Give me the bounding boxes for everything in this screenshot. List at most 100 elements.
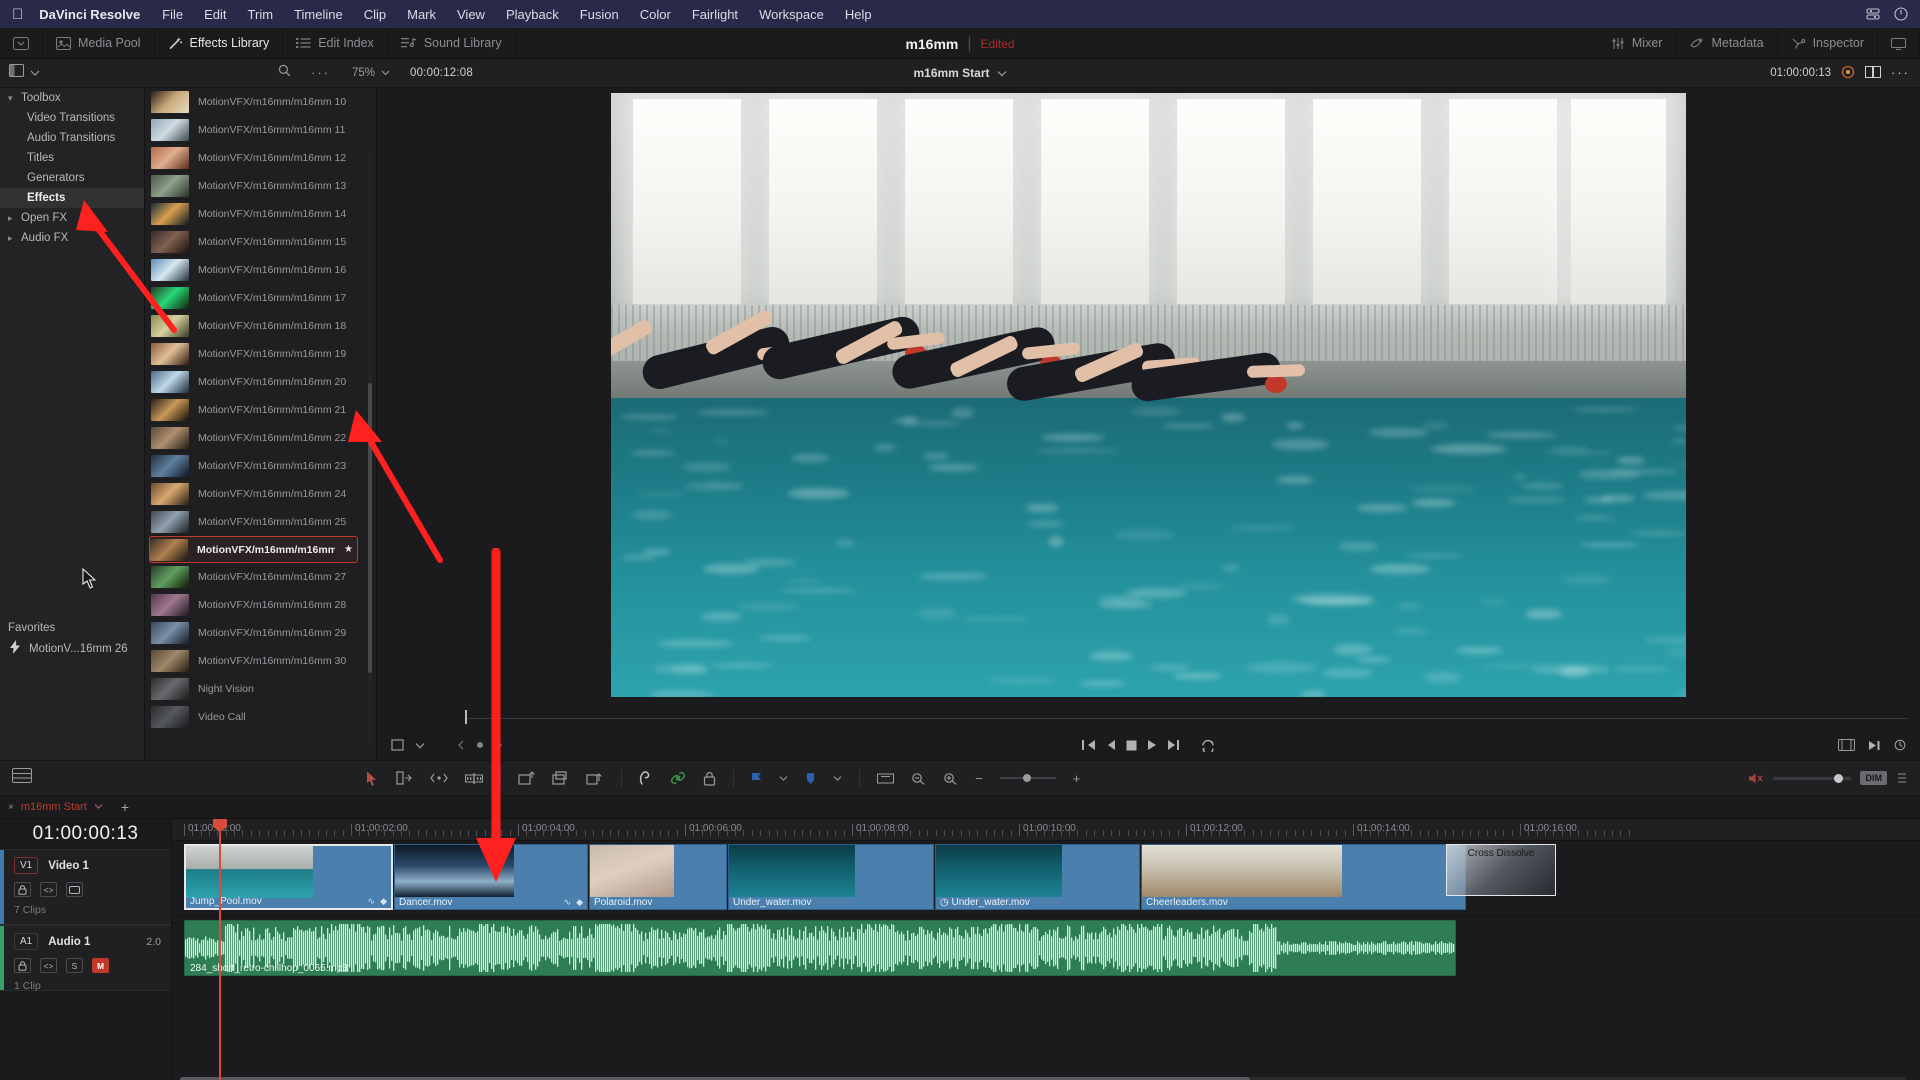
app-name-label[interactable]: DaVinci Resolve: [39, 7, 140, 22]
chevron-down-icon[interactable]: ▾: [8, 93, 21, 104]
volume-slider-knob[interactable]: [1834, 774, 1843, 783]
effect-list-item[interactable]: MotionVFX/m16mm/m16mm 13: [151, 172, 358, 200]
lock-icon[interactable]: [703, 771, 716, 786]
menu-item-clip[interactable]: Clip: [364, 7, 386, 22]
step-forward-icon[interactable]: [1166, 738, 1182, 752]
full-screen-viewer-button[interactable]: [1878, 28, 1920, 59]
timeline-tracks-area[interactable]: 01:00:00:0001:00:02:0001:00:04:0001:00:0…: [172, 819, 1920, 1080]
apple-icon[interactable]: : [12, 7, 23, 22]
effect-list-item[interactable]: MotionVFX/m16mm/m16mm 14: [151, 200, 358, 228]
speaker-mute-icon[interactable]: [1748, 772, 1764, 785]
tree-item-open-fx[interactable]: ▸ Open FX: [0, 208, 144, 228]
play-icon[interactable]: [1146, 738, 1158, 752]
panel-metadata[interactable]: Metadata: [1676, 28, 1777, 59]
workspace-layout-dropdown[interactable]: [0, 28, 43, 59]
track-solo-icon[interactable]: S: [66, 958, 83, 973]
effect-list-item[interactable]: Video Call: [151, 703, 358, 731]
viewer-stage[interactable]: [377, 88, 1920, 708]
keyframe-curve-icon[interactable]: ∿: [368, 896, 376, 907]
menu-item-mark[interactable]: Mark: [407, 7, 436, 22]
fit-zoom-icon[interactable]: [877, 772, 894, 785]
track-header-v1[interactable]: V1 Video 1 <> 7 Clips: [0, 849, 171, 925]
tree-item-effects[interactable]: Effects: [0, 188, 144, 208]
keyframe-diamond-icon[interactable]: ◆: [380, 896, 387, 907]
effects-list[interactable]: MotionVFX/m16mm/m16mm 10MotionVFX/m16mm/…: [145, 88, 368, 752]
zoom-slider[interactable]: [1000, 773, 1056, 783]
panel-media-pool[interactable]: Media Pool: [43, 28, 155, 59]
linked-selection-icon[interactable]: [670, 770, 686, 786]
menu-item-view[interactable]: View: [457, 7, 485, 22]
viewer-timeline-selector[interactable]: m16mm Start: [0, 64, 1920, 82]
timeline-video-clip[interactable]: Dancer.mov∿◆: [394, 844, 588, 910]
effect-list-item[interactable]: MotionVFX/m16mm/m16mm 28: [151, 591, 358, 619]
track-lock-icon[interactable]: [14, 882, 31, 897]
favorites-item[interactable]: MotionV...16mm 26: [0, 640, 144, 657]
tree-item-titles[interactable]: Titles: [0, 148, 144, 168]
jump-end-icon[interactable]: [1867, 739, 1882, 752]
viewer-scrub-head[interactable]: [465, 710, 467, 724]
flag-icon[interactable]: [751, 772, 762, 785]
keyframe-curve-icon[interactable]: ∿: [564, 897, 572, 908]
chevron-down-icon[interactable]: [415, 742, 425, 749]
flag-chevron-down-icon[interactable]: [779, 775, 788, 782]
razor-icon[interactable]: [465, 772, 483, 785]
effect-list-item[interactable]: MotionVFX/m16mm/m16mm 23: [151, 452, 358, 480]
timeline-video-clip[interactable]: ◷ Under_water.mov: [935, 844, 1140, 910]
keyframe-diamond-icon[interactable]: ◆: [576, 897, 583, 908]
effect-list-item[interactable]: MotionVFX/m16mm/m16mm 10: [151, 88, 358, 116]
tree-item-audio-transitions[interactable]: Audio Transitions: [0, 128, 144, 148]
arrow-select-icon[interactable]: [366, 771, 378, 786]
timeline-transition-cross-dissolve[interactable]: Cross Dissolve: [1446, 844, 1556, 896]
track-header-a1[interactable]: A1 Audio 1 2.0 <> S M 1 Clip: [0, 925, 171, 991]
marker-icon[interactable]: [475, 740, 485, 750]
effect-list-item[interactable]: MotionVFX/m16mm/m16mm 11: [151, 116, 358, 144]
audio-track-a1[interactable]: 284_short_retro-chillhop_0065.mp3: [172, 917, 1920, 983]
timeline-video-clip[interactable]: Cheerleaders.mov: [1141, 844, 1466, 910]
menu-item-fairlight[interactable]: Fairlight: [692, 7, 738, 22]
replace-clip-icon[interactable]: [586, 771, 604, 785]
timeline-tab-m16mm-start[interactable]: × m16mm Start: [8, 801, 103, 813]
tree-item-video-transitions[interactable]: Video Transitions: [0, 108, 144, 128]
chevron-right-icon[interactable]: ▸: [8, 233, 21, 244]
effect-list-item[interactable]: MotionVFX/m16mm/m16mm 17: [151, 284, 358, 312]
prev-marker-icon[interactable]: [457, 740, 465, 750]
effect-list-item[interactable]: MotionVFX/m16mm/m16mm 21: [151, 396, 358, 424]
panel-mixer[interactable]: Mixer: [1598, 28, 1677, 59]
video-track-v1[interactable]: Jump_Pool.mov∿◆Dancer.mov∿◆Polaroid.movU…: [172, 841, 1920, 917]
control-center-icon[interactable]: [1866, 7, 1880, 21]
custom-zoom-icon[interactable]: [943, 772, 958, 785]
track-mute-icon[interactable]: M: [92, 958, 109, 973]
menu-item-trim[interactable]: Trim: [248, 7, 274, 22]
inout-icon[interactable]: [1838, 739, 1855, 751]
snapping-icon[interactable]: [639, 770, 653, 786]
timeline-video-clip[interactable]: Under_water.mov: [728, 844, 934, 910]
effect-list-item[interactable]: Night Vision: [151, 675, 358, 703]
marker-icon[interactable]: [805, 772, 816, 785]
effect-list-item[interactable]: MotionVFX/m16mm/m16mm 18: [151, 312, 358, 340]
effects-scrollbar-thumb[interactable]: [368, 383, 372, 673]
jump-start-icon[interactable]: [1081, 738, 1097, 752]
effect-list-item[interactable]: MotionVFX/m16mm/m16mm 16: [151, 256, 358, 284]
effect-list-item[interactable]: MotionVFX/m16mm/m16mm 12: [151, 144, 358, 172]
add-timeline-button[interactable]: +: [121, 799, 129, 815]
marker-chevron-down-icon[interactable]: [833, 775, 842, 782]
panel-inspector[interactable]: Inspector: [1778, 28, 1878, 59]
viewer-scrubber[interactable]: [377, 708, 1920, 730]
menu-item-help[interactable]: Help: [845, 7, 872, 22]
step-back-icon[interactable]: [1105, 738, 1117, 752]
menu-item-timeline[interactable]: Timeline: [294, 7, 343, 22]
zoom-in-icon[interactable]: +: [1073, 771, 1081, 786]
track-auto-select-icon[interactable]: <>: [40, 882, 57, 897]
effect-list-item[interactable]: MotionVFX/m16mm/m16mm 15: [151, 228, 358, 256]
next-marker-icon[interactable]: [495, 740, 503, 750]
clock-icon[interactable]: [1894, 7, 1908, 21]
effect-list-item[interactable]: MotionVFX/m16mm/m16mm 24: [151, 480, 358, 508]
effect-list-item[interactable]: MotionVFX/m16mm/m16mm 19: [151, 340, 358, 368]
panel-effects-library[interactable]: Effects Library: [155, 28, 284, 59]
track-auto-select-icon[interactable]: <>: [40, 958, 57, 973]
detail-zoom-icon[interactable]: [911, 772, 926, 785]
menu-item-playback[interactable]: Playback: [506, 7, 559, 22]
zoom-out-icon[interactable]: −: [975, 771, 983, 786]
viewer-options-icon[interactable]: [1894, 739, 1906, 751]
effect-list-item[interactable]: MotionVFX/m16mm/m16mm 25: [151, 508, 358, 536]
